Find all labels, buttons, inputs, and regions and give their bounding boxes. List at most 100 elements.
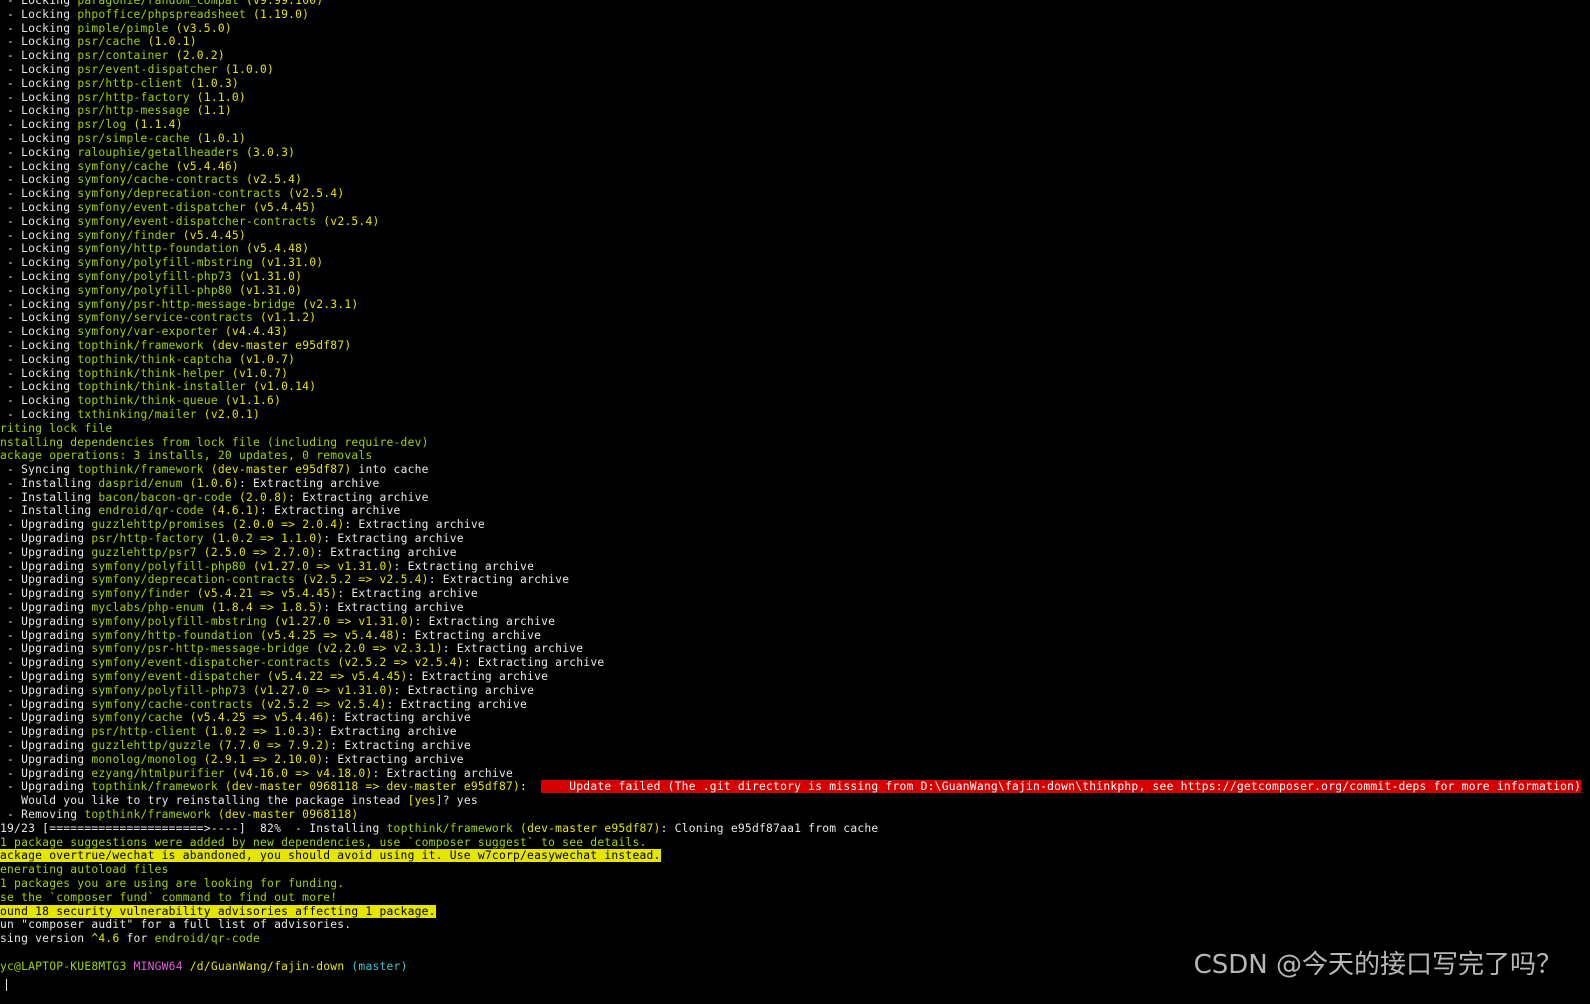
terminal-text-segment: : Extracting archive [330,739,471,753]
terminal-text-segment: - Locking [0,311,78,325]
terminal-text-segment: - Locking [0,297,78,311]
terminal-text-segment: sing version [0,932,92,946]
terminal-line: - Removing topthink/framework (dev-maste… [0,808,1590,822]
terminal-text-segment: (v5.4.25 => v5.4.48) [253,628,401,642]
terminal-text-segment: (v2.5.4) [281,187,345,201]
terminal-cursor[interactable] [6,979,7,991]
terminal-text-segment: : Extracting archive [428,573,570,587]
terminal-text-segment: guzzlehttp/guzzle [91,739,211,753]
terminal-text-segment: - Upgrading [0,739,92,753]
terminal-text-segment: : Extracting archive [316,725,457,739]
terminal-text-segment: topthink/framework [77,463,204,477]
terminal-text-segment: symfony/polyfill-mbstring [77,256,253,270]
terminal-text-segment: un "composer audit" for a full list of a… [0,918,352,932]
terminal-text-segment: - Installing [0,476,99,490]
terminal-text-segment: symfony/cache [77,159,169,173]
terminal-text-segment: symfony/event-dispatcher [91,670,261,684]
terminal-text-segment: - Locking [0,7,78,21]
terminal-text-segment: - Locking [0,145,78,159]
terminal-text-segment: : [520,780,542,794]
terminal-line: - Upgrading symfony/polyfill-mbstring (v… [0,615,1590,629]
terminal-text-segment: (v5.4.21 => v5.4.45) [189,587,338,601]
terminal-text-segment: (v2.5.2 => v2.5.4) [253,697,387,711]
terminal-text-segment: psr/log [77,118,127,132]
terminal-line: - Upgrading monolog/monolog (2.9.1 => 2.… [0,753,1590,767]
terminal-text-segment: topthink/think-installer [77,380,246,394]
terminal-text-segment: - Upgrading [0,573,92,587]
terminal-text-segment: (v1.1.6) [217,394,282,408]
terminal-text-segment: guzzlehttp/promises [91,518,225,532]
terminal-text-segment: (v5.4.45) [175,228,246,242]
terminal-text-segment: symfony/event-dispatcher-contracts [91,656,331,670]
terminal-text-segment: psr/cache [77,35,141,49]
terminal-text-segment: topthink/framework [386,821,514,835]
terminal-text-segment: (v4.4.43) [217,325,289,339]
terminal-text-segment: yc@LAPTOP-KUE8MTG3 [0,959,134,973]
terminal-text-segment: - Locking [0,187,78,201]
terminal-text-segment: - Upgrading [0,559,92,573]
terminal-text-segment: symfony/var-exporter [77,325,218,339]
terminal-text-segment: symfony/event-dispatcher-contracts [77,214,317,228]
terminal-text-segment: topthink/think-captcha [77,352,232,366]
terminal-text-segment: topthink/framework [84,808,211,822]
terminal-text-segment: symfony/polyfill-php80 [91,559,246,573]
terminal-text-segment: - Locking [0,407,78,421]
terminal-line: - Locking symfony/var-exporter (v4.4.43) [0,325,1590,339]
terminal-text-segment: ^4.6 [91,932,120,946]
terminal-line: - Locking psr/container (2.0.2) [0,49,1590,63]
terminal-text-segment: - Locking [0,325,78,339]
terminal-text-segment: psr/http-message [77,104,190,118]
terminal-text-segment: - Upgrading [0,518,92,532]
terminal-text-segment: riting lock file [0,421,113,435]
terminal-text-segment: : Extracting archive [316,545,457,559]
terminal-text-segment: bacon/bacon-qr-code [98,490,232,504]
terminal-text-segment: MINGW64 [133,959,190,973]
terminal-text-segment: (v2.2.0 => v2.3.1) [309,642,443,656]
terminal-text-segment: (dev-master e95df87) [203,338,352,352]
terminal-text-segment: (v1.31.0) [253,256,324,270]
terminal-text-segment: symfony/cache-contracts [77,173,239,187]
terminal-text-segment: - Locking [0,118,78,132]
terminal-text-segment: (v1.0.7) [224,366,289,380]
terminal-line: - Upgrading myclabs/php-enum (1.8.4 => 1… [0,601,1590,615]
terminal-text-segment: enerating autoload files [0,863,169,877]
terminal-text-segment: (1.0.6) [182,476,239,490]
terminal-text-segment: - Locking [0,242,78,256]
terminal-text-segment: : Extracting archive [337,587,478,601]
terminal-text-segment: (2.0.0 => 2.0.4) [224,518,345,532]
terminal-text-segment: Update failed (The .git directory is mis… [541,780,1582,794]
terminal-line: - Locking pimple/pimple (v3.5.0) [0,22,1590,36]
terminal-text-segment: - Locking [0,338,78,352]
terminal-text-segment: - Upgrading [0,656,92,670]
terminal-text-segment: (1.0.2 => 1.1.0) [203,532,324,546]
terminal-text-segment: pimple/pimple [77,21,169,35]
terminal-line: - Syncing topthink/framework (dev-master… [0,463,1590,477]
terminal-text-segment: - Locking [0,62,78,76]
terminal-text-segment: psr/http-factory [77,90,190,104]
terminal-text-segment: symfony/deprecation-contracts [77,187,282,201]
terminal-text-segment: : Extracting archive [330,711,471,725]
terminal-text-segment: (v1.1.2) [253,311,317,325]
terminal-text-segment: - Locking [0,76,78,90]
terminal-line: ackage overtrue/wechat is abandoned, you… [0,849,1590,863]
terminal-text-segment: txthinking/mailer [77,407,197,421]
terminal-line: - Locking psr/log (1.1.4) [0,118,1590,132]
terminal-text-segment: ezyang/htmlpurifier [91,766,225,780]
terminal-text-segment: symfony/polyfill-mbstring [91,614,268,628]
terminal-text-segment: - Locking [0,366,78,380]
terminal-text-segment: : Extracting archive [288,490,429,504]
terminal-text-segment: (4.6.1) [203,504,261,518]
terminal-text-segment: endroid/qr-code [98,504,204,518]
terminal-text-segment: : Extracting archive [414,614,556,628]
terminal-line: - Locking topthink/think-helper (v1.0.7) [0,367,1590,381]
terminal-text-segment: symfony/finder [91,587,190,601]
terminal-text-segment: - Locking [0,104,78,118]
terminal-text-segment: se the `composer fund` command to find o… [0,890,338,904]
terminal-text-segment: symfony/http-foundation [91,628,253,642]
terminal-text-segment: - Installing [0,490,99,504]
terminal-line: - Upgrading guzzlehttp/promises (2.0.0 =… [0,518,1590,532]
terminal-text-segment: topthink/framework [91,780,218,794]
terminal-line: - Upgrading ezyang/htmlpurifier (v4.16.0… [0,767,1590,781]
terminal-text-segment: symfony/event-dispatcher [77,200,246,214]
terminal-text-segment: (v1.31.0) [231,269,303,283]
